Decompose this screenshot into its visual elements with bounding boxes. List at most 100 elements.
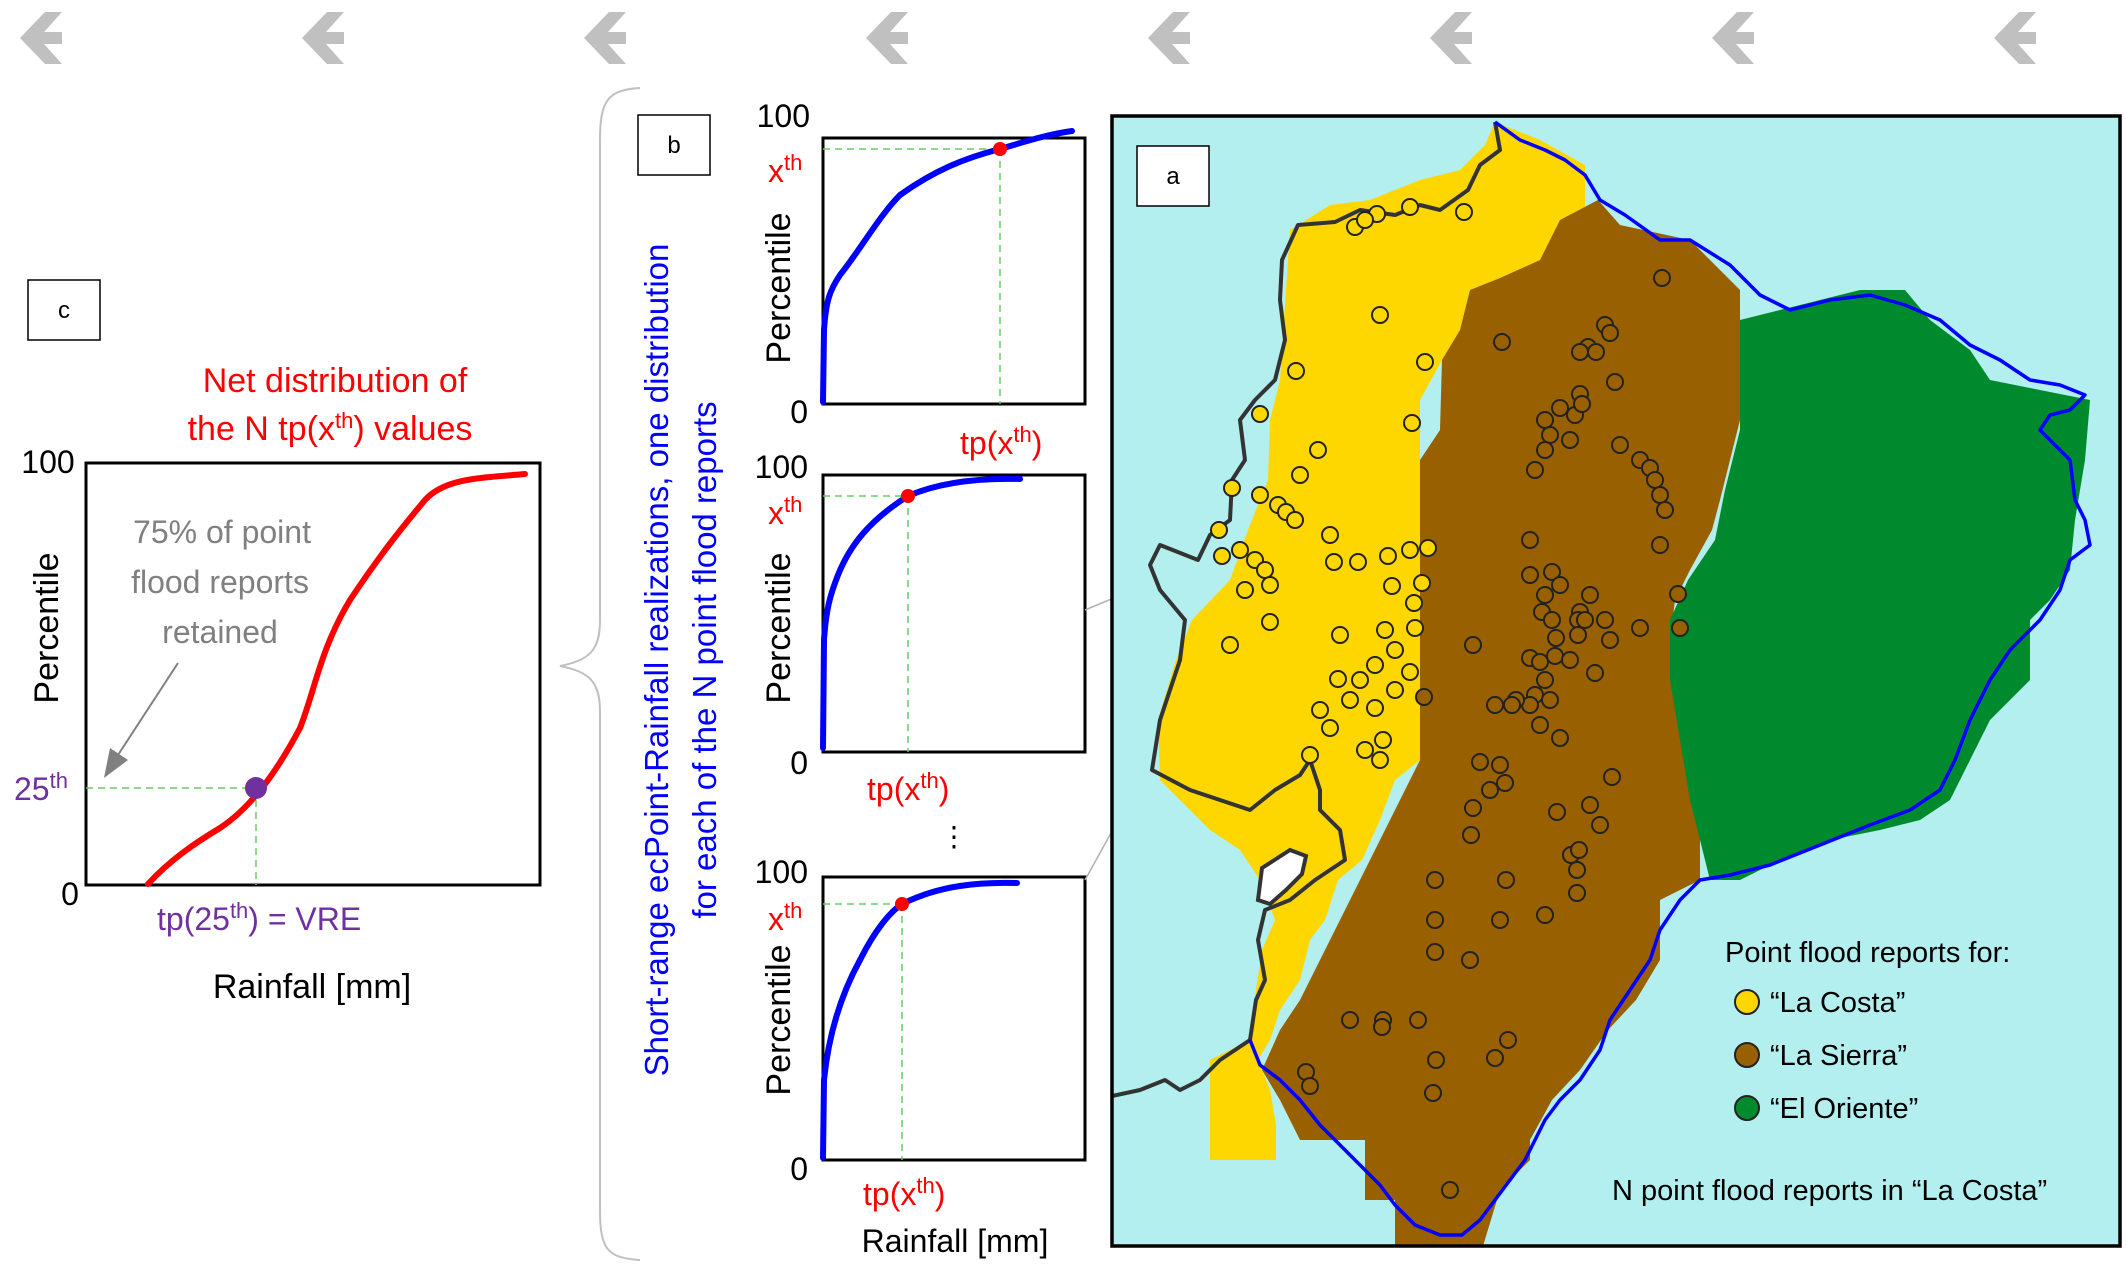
flood-report-point [1462, 826, 1480, 844]
chevron-left-icon [302, 12, 344, 64]
panel-label: a [1166, 163, 1180, 190]
y-axis-label: Percentile [760, 944, 798, 1095]
flood-report-point [1373, 1018, 1391, 1036]
tp-label: tp(xth) [867, 768, 949, 807]
chevron-left-icon [1148, 12, 1190, 64]
flood-report-point [1581, 796, 1599, 814]
flood-report-point [1576, 611, 1594, 629]
flood-report-point [1221, 636, 1239, 654]
flood-report-point [1521, 531, 1539, 549]
panel-title-line2: the N tp(xth) values [188, 408, 473, 448]
flood-report-point [1486, 1049, 1504, 1067]
percentile-marker [245, 777, 267, 799]
y-tick-top: 100 [755, 449, 808, 485]
flood-report-point [1651, 486, 1669, 504]
flood-report-point [1419, 539, 1437, 557]
chevron-left-icon [584, 12, 626, 64]
flood-report-point [1403, 414, 1421, 432]
annotation-line3: retained [162, 614, 278, 650]
plot-frame [821, 473, 1087, 754]
flood-report-point [1653, 269, 1671, 287]
flood-report-point [1401, 663, 1419, 681]
subplot-3: 100 0 Percentile xth tp(xth) Rainfall [m… [755, 854, 1087, 1259]
flood-report-point [1236, 581, 1254, 599]
flood-report-point [1464, 636, 1482, 654]
flood-report-point [1291, 466, 1309, 484]
flood-report-point [1356, 211, 1374, 229]
x-axis-label: Rainfall [mm] [862, 1223, 1049, 1259]
percentile-marker [895, 897, 909, 911]
flood-report-point [1311, 701, 1329, 719]
flood-report-point [1586, 664, 1604, 682]
flood-report-point [1551, 729, 1569, 747]
flood-report-point [1591, 816, 1609, 834]
x-percentile-label: xth [768, 150, 802, 189]
flood-report-point [1596, 611, 1614, 629]
panel-label: b [667, 132, 680, 159]
flood-report-point [1371, 306, 1389, 324]
flood-report-point [1426, 871, 1444, 889]
flood-report-point [1261, 613, 1279, 631]
flood-report-point [1581, 586, 1599, 604]
flood-report-point [1491, 911, 1509, 929]
flood-report-point [1309, 441, 1327, 459]
top-arrow-strip [20, 12, 2036, 64]
annotation-line2: flood reports [131, 564, 309, 600]
flood-report-point [1331, 626, 1349, 644]
flood-report-point [1496, 774, 1514, 792]
flood-report-point [1356, 741, 1374, 759]
flood-report-point [1531, 653, 1549, 671]
flood-report-point [1646, 471, 1664, 489]
flood-report-point [1286, 511, 1304, 529]
flood-report-point [1497, 871, 1515, 889]
flood-report-point [1409, 1011, 1427, 1029]
flood-report-point [1531, 716, 1549, 734]
flood-report-point [1223, 479, 1241, 497]
flood-report-point [1424, 1084, 1442, 1102]
flood-report-point [1405, 594, 1423, 612]
panel-label: c [58, 297, 70, 324]
flood-report-point [1561, 651, 1579, 669]
y-axis-label: Percentile [760, 212, 798, 363]
flood-report-point [1416, 353, 1434, 371]
flood-report-point [1366, 699, 1384, 717]
panel-a-map: a Point flood reports for: “La Costa” “L… [1110, 114, 2122, 1248]
legend-label-oriente: “El Oriente” [1770, 1093, 1918, 1125]
x-axis-label: Rainfall [mm] [213, 968, 411, 1006]
flood-report-point [1383, 577, 1401, 595]
flood-report-point [1551, 576, 1569, 594]
flood-report-point [1587, 343, 1605, 361]
vertical-caption-line2: for each of the N point flood reports [686, 401, 723, 918]
flood-report-point [1541, 691, 1559, 709]
flood-report-point [1521, 566, 1539, 584]
flood-report-point [1376, 621, 1394, 639]
flood-report-point [1656, 501, 1674, 519]
flood-report-point [1301, 746, 1319, 764]
panel-c: c Net distribution of the N tp(xth) valu… [14, 279, 542, 1006]
flood-report-point [1374, 731, 1392, 749]
flood-report-point [1379, 547, 1397, 565]
flood-report-point [1486, 696, 1504, 714]
flood-report-point [1426, 943, 1444, 961]
chevron-left-icon [1994, 12, 2036, 64]
legend-swatch-costa [1734, 989, 1760, 1015]
vertical-caption-line1: Short-range ecPoint-Rainfall realization… [638, 244, 675, 1077]
flood-report-point [1536, 586, 1554, 604]
y-tick-bottom: 0 [790, 394, 808, 430]
chevron-left-icon [866, 12, 908, 64]
flood-report-point [1401, 198, 1419, 216]
flood-report-point [1611, 436, 1629, 454]
flood-report-point [1503, 696, 1521, 714]
flood-report-point [1551, 399, 1569, 417]
flood-report-point [1351, 671, 1369, 689]
flood-report-point [1301, 1077, 1319, 1095]
y-tick-top: 100 [755, 854, 808, 890]
y-tick-bottom: 0 [790, 745, 808, 781]
flood-report-point [1601, 324, 1619, 342]
legend-swatch-sierra [1734, 1042, 1760, 1068]
subplot-2: 100 0 Percentile xth tp(xth) [755, 449, 1087, 807]
flood-report-point [1341, 1011, 1359, 1029]
flood-report-point [1251, 486, 1269, 504]
flood-report-point [1536, 411, 1554, 429]
map-footnote: N point flood reports in “La Costa” [1612, 1175, 2047, 1207]
